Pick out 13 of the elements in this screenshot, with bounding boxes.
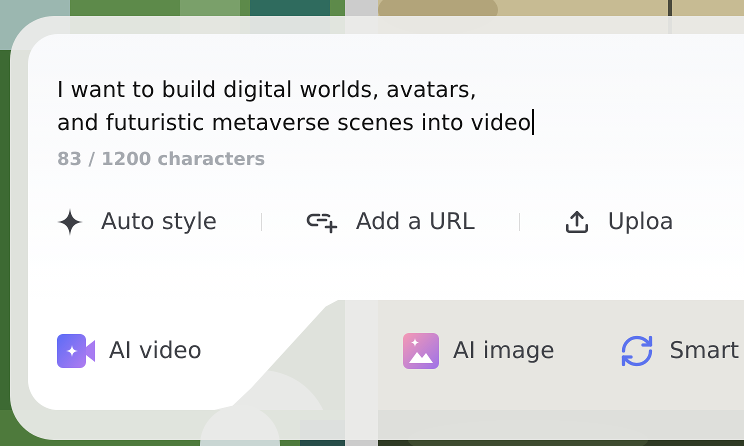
action-button[interactable]: Uploa bbox=[564, 209, 674, 235]
mode-tab[interactable]: Smart bbox=[590, 300, 740, 410]
character-counter: 83 / 1200 characters bbox=[57, 149, 266, 170]
video-camera-icon bbox=[57, 334, 95, 368]
mode-tab[interactable]: AI image bbox=[374, 300, 554, 410]
text-cursor bbox=[532, 109, 534, 135]
action-button[interactable]: Add a URL bbox=[306, 209, 475, 235]
prompt-field[interactable]: I want to build digital worlds, avatars, and futuristic metaverse scenes into video bbox=[57, 74, 697, 140]
action-button[interactable]: Auto style bbox=[57, 208, 217, 236]
image-icon bbox=[403, 333, 439, 369]
upload-icon bbox=[564, 209, 590, 235]
mode-tab[interactable]: AI video bbox=[28, 300, 338, 410]
sparkle-icon bbox=[57, 208, 83, 236]
